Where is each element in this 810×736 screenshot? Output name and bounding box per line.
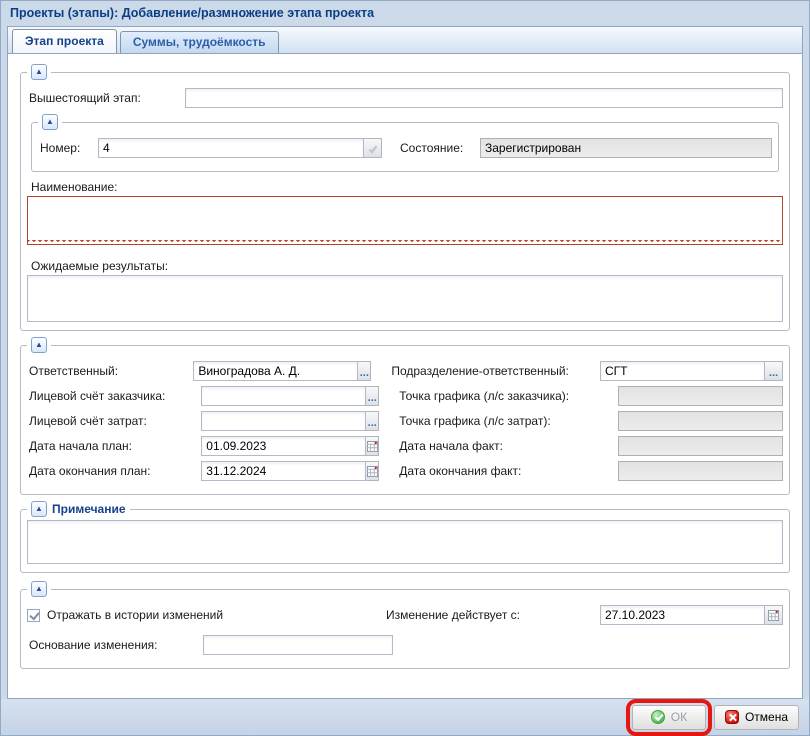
history-row: Отражать в истории изменений Изменение д… [27, 605, 783, 625]
responsible-label: Ответственный: [27, 364, 193, 378]
change-effective-from-calendar-icon[interactable] [765, 605, 783, 625]
cancel-x-icon [725, 710, 739, 724]
start-date-fact-field [618, 436, 783, 456]
collapse-toggle-icon[interactable]: ▲ [31, 581, 47, 597]
dialog-window: Проекты (этапы): Добавление/размножение … [0, 0, 810, 736]
customer-account-picker-trigger[interactable]: ... [366, 386, 379, 406]
customer-account-row: Лицевой счёт заказчика: ... Точка график… [27, 386, 783, 406]
start-date-row: Дата начала план: Дата начала факт: [27, 436, 783, 456]
responsible-department-input[interactable] [600, 361, 765, 381]
cancel-button[interactable]: Отмена [714, 705, 799, 730]
cancel-button-label: Отмена [745, 710, 788, 724]
fieldset-details: ▲ Ответственный: ... Подразделение-ответ… [20, 345, 790, 495]
customer-account-input[interactable] [201, 386, 366, 406]
customer-account-label: Лицевой счёт заказчика: [27, 389, 201, 403]
note-legend: Примечание [52, 502, 126, 516]
form-panel: ▲ Вышестоящий этап: ▲ Номер: [7, 53, 803, 699]
footer-toolbar: ОК Отмена [1, 699, 809, 735]
schedule-point-customer-field [618, 386, 783, 406]
dialog-title: Проекты (этапы): Добавление/размножение … [1, 1, 809, 26]
change-reason-input[interactable] [203, 635, 393, 655]
end-date-plan-input[interactable] [201, 461, 366, 481]
collapse-toggle-icon[interactable]: ▲ [31, 337, 47, 353]
tab-stage[interactable]: Этап проекта [12, 29, 117, 53]
number-state-row: Номер: Состояние: [38, 138, 772, 158]
responsible-department-label: Подразделение-ответственный: [389, 364, 600, 378]
schedule-point-cost-field [618, 411, 783, 431]
parent-stage-row: Вышестоящий этап: [27, 88, 783, 108]
history-checkbox[interactable] [27, 609, 40, 622]
name-textarea[interactable] [27, 196, 783, 245]
end-date-fact-field [618, 461, 783, 481]
collapse-toggle-icon[interactable]: ▲ [31, 64, 47, 80]
schedule-point-customer-label: Точка графика (л/с заказчика): [397, 389, 618, 403]
state-field [480, 138, 772, 158]
expected-results-label: Ожидаемые результаты: [29, 259, 783, 273]
dialog-body: Этап проекта Суммы, трудоёмкость ▲ Вышес… [7, 26, 803, 699]
name-label: Наименование: [29, 180, 783, 194]
collapse-toggle-icon[interactable]: ▲ [42, 114, 58, 130]
schedule-point-cost-label: Точка графика (л/с затрат): [397, 414, 618, 428]
end-date-plan-calendar-icon[interactable] [366, 461, 379, 481]
expected-results-textarea[interactable] [27, 275, 783, 322]
fieldset-note: ▲ Примечание [20, 509, 790, 573]
fieldset-number-state: ▲ Номер: Состояние: [31, 122, 779, 172]
cost-account-label: Лицевой счёт затрат: [27, 414, 201, 428]
cost-account-picker-trigger[interactable]: ... [366, 411, 379, 431]
end-date-row: Дата окончания план: Дата окончания факт… [27, 461, 783, 481]
responsible-row: Ответственный: ... Подразделение-ответст… [27, 361, 783, 381]
name-field-invalid [27, 196, 783, 245]
start-date-plan-input[interactable] [201, 436, 366, 456]
history-checkbox-label: Отражать в истории изменений [45, 608, 223, 622]
parent-stage-label: Вышестоящий этап: [27, 91, 185, 105]
collapse-toggle-icon[interactable]: ▲ [31, 501, 47, 517]
responsible-picker-trigger[interactable]: ... [358, 361, 371, 381]
change-effective-from-label: Изменение действует с: [384, 608, 600, 622]
number-label: Номер: [38, 141, 98, 155]
ok-button[interactable]: ОК [632, 705, 706, 730]
number-input[interactable] [98, 138, 364, 158]
start-date-plan-calendar-icon[interactable] [366, 436, 379, 456]
cost-account-input[interactable] [201, 411, 366, 431]
parent-stage-input[interactable] [185, 88, 783, 108]
state-label: Состояние: [398, 141, 480, 155]
cost-account-row: Лицевой счёт затрат: ... Точка графика (… [27, 411, 783, 431]
end-date-plan-label: Дата окончания план: [27, 464, 201, 478]
tab-bar: Этап проекта Суммы, трудоёмкость [7, 26, 803, 53]
number-check-trigger [364, 138, 382, 158]
ok-check-icon [651, 710, 665, 724]
change-reason-label: Основание изменения: [27, 638, 203, 652]
ok-button-label: ОК [671, 710, 687, 724]
change-reason-row: Основание изменения: [27, 635, 783, 655]
end-date-fact-label: Дата окончания факт: [397, 464, 618, 478]
tab-sums[interactable]: Суммы, трудоёмкость [120, 31, 279, 53]
note-textarea[interactable] [27, 520, 783, 564]
fieldset-history: ▲ Отражать в истории изменений Изменение… [20, 589, 790, 669]
start-date-fact-label: Дата начала факт: [397, 439, 618, 453]
start-date-plan-label: Дата начала план: [27, 439, 201, 453]
responsible-department-picker-trigger[interactable]: ... [765, 361, 783, 381]
change-effective-from-input[interactable] [600, 605, 765, 625]
fieldset-main: ▲ Вышестоящий этап: ▲ Номер: [20, 72, 790, 331]
responsible-input[interactable] [193, 361, 358, 381]
